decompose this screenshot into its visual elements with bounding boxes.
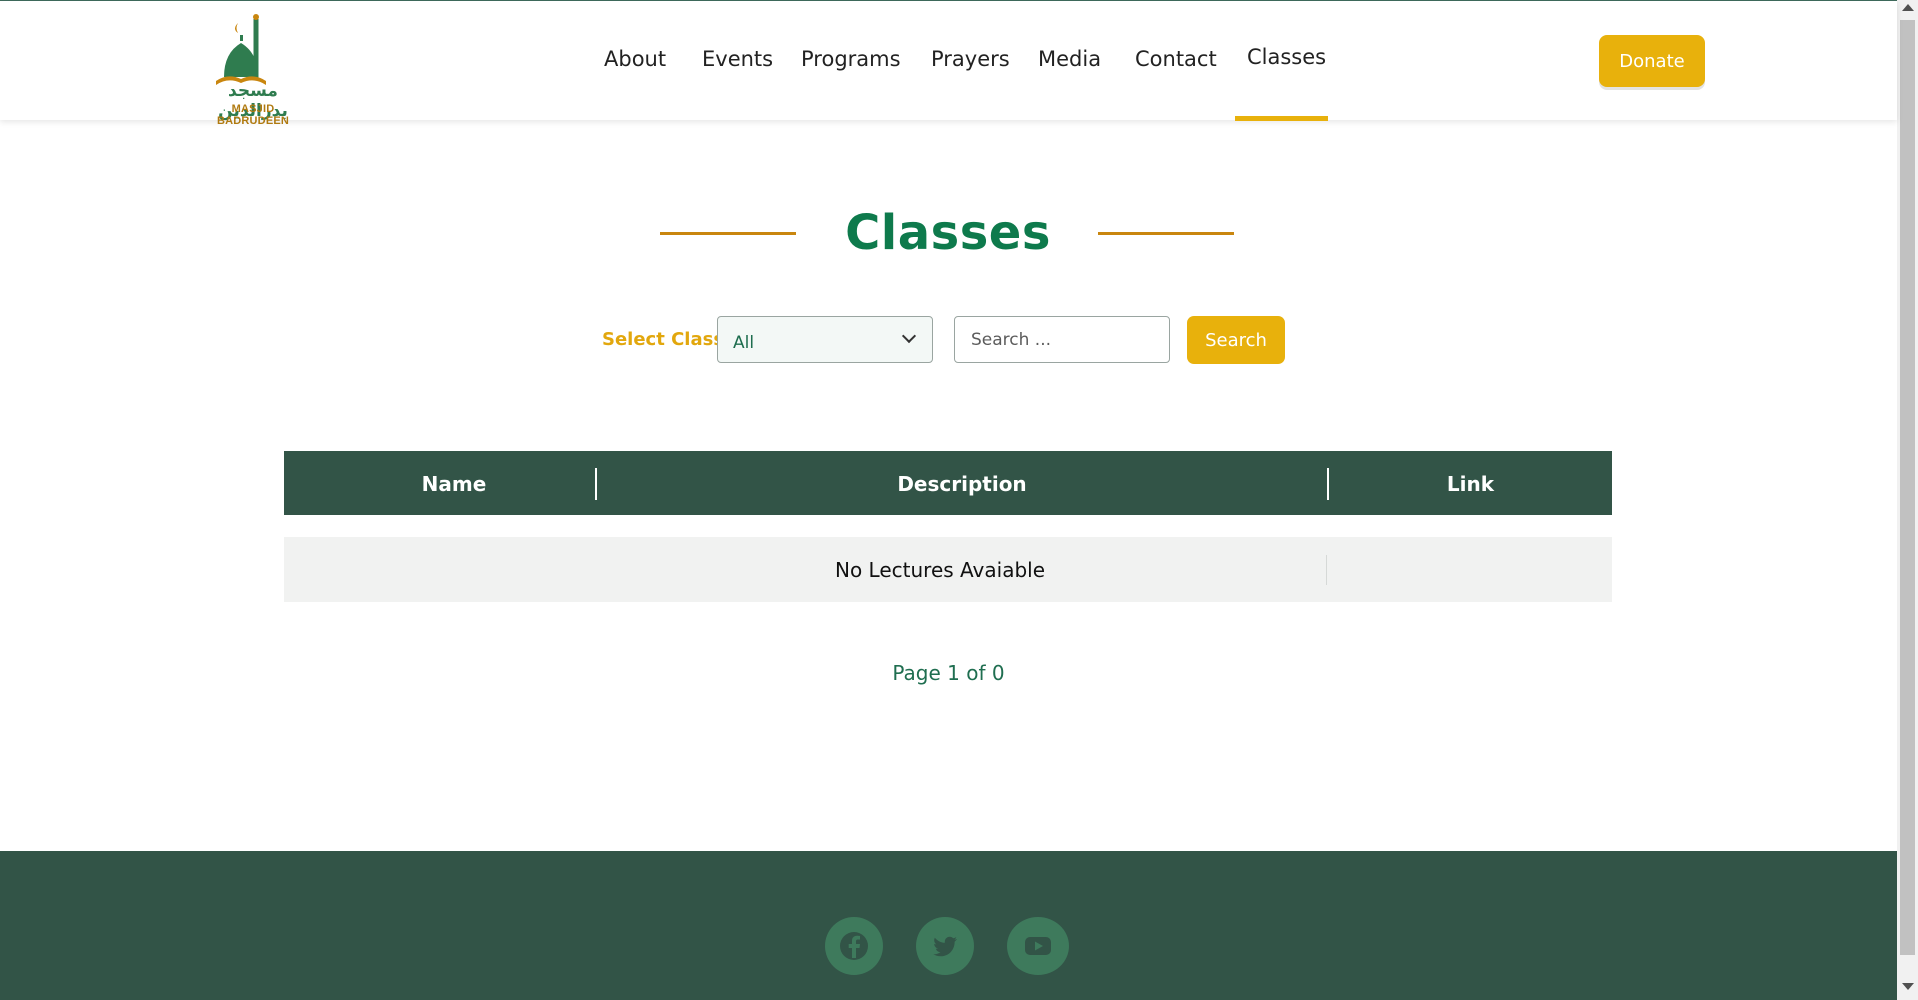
- site-header: مسجد بدرالدين MASJID BADRUDEEN About Eve…: [0, 1, 1897, 127]
- search-input[interactable]: [954, 316, 1170, 363]
- youtube-icon: [1025, 937, 1051, 955]
- table-row: No Lectures Avaiable: [284, 537, 1612, 602]
- facebook-icon: [840, 932, 868, 960]
- nav-about[interactable]: About: [604, 47, 666, 71]
- table-header: Name Description Link: [284, 451, 1612, 515]
- nav-prayers[interactable]: Prayers: [931, 47, 1010, 71]
- nav-programs[interactable]: Programs: [801, 47, 901, 71]
- facebook-link[interactable]: [825, 917, 883, 975]
- class-select-value: All: [733, 333, 755, 353]
- twitter-link[interactable]: [916, 917, 974, 975]
- search-button[interactable]: Search: [1187, 316, 1285, 364]
- active-nav-indicator: [1235, 116, 1328, 121]
- nav-classes[interactable]: Classes: [1247, 45, 1326, 69]
- cell-separator: [1326, 555, 1327, 585]
- scroll-down-icon[interactable]: [1902, 983, 1914, 990]
- youtube-link[interactable]: [1007, 917, 1069, 975]
- pagination-status: Page 1 of 0: [892, 661, 1005, 685]
- column-header-link: Link: [1446, 472, 1495, 496]
- page-scrollbar[interactable]: [1897, 0, 1918, 1000]
- nav-events[interactable]: Events: [702, 47, 773, 71]
- column-header-name: Name: [421, 472, 487, 496]
- nav-contact[interactable]: Contact: [1135, 47, 1217, 71]
- title-divider-right: [1098, 232, 1234, 235]
- logo-text-english: MASJID BADRUDEEN: [216, 103, 290, 127]
- nav-media[interactable]: Media: [1038, 47, 1101, 71]
- site-footer: [0, 851, 1897, 1000]
- scroll-up-icon[interactable]: [1902, 4, 1914, 11]
- chevron-down-icon: [901, 328, 917, 344]
- class-select[interactable]: All: [717, 316, 933, 363]
- column-header-description: Description: [897, 472, 1027, 496]
- empty-table-message: No Lectures Avaiable: [835, 558, 1045, 582]
- donate-button[interactable]: Donate: [1599, 35, 1705, 87]
- twitter-icon: [933, 936, 957, 957]
- scroll-thumb[interactable]: [1900, 20, 1915, 955]
- select-class-label: Select Class: [602, 329, 725, 350]
